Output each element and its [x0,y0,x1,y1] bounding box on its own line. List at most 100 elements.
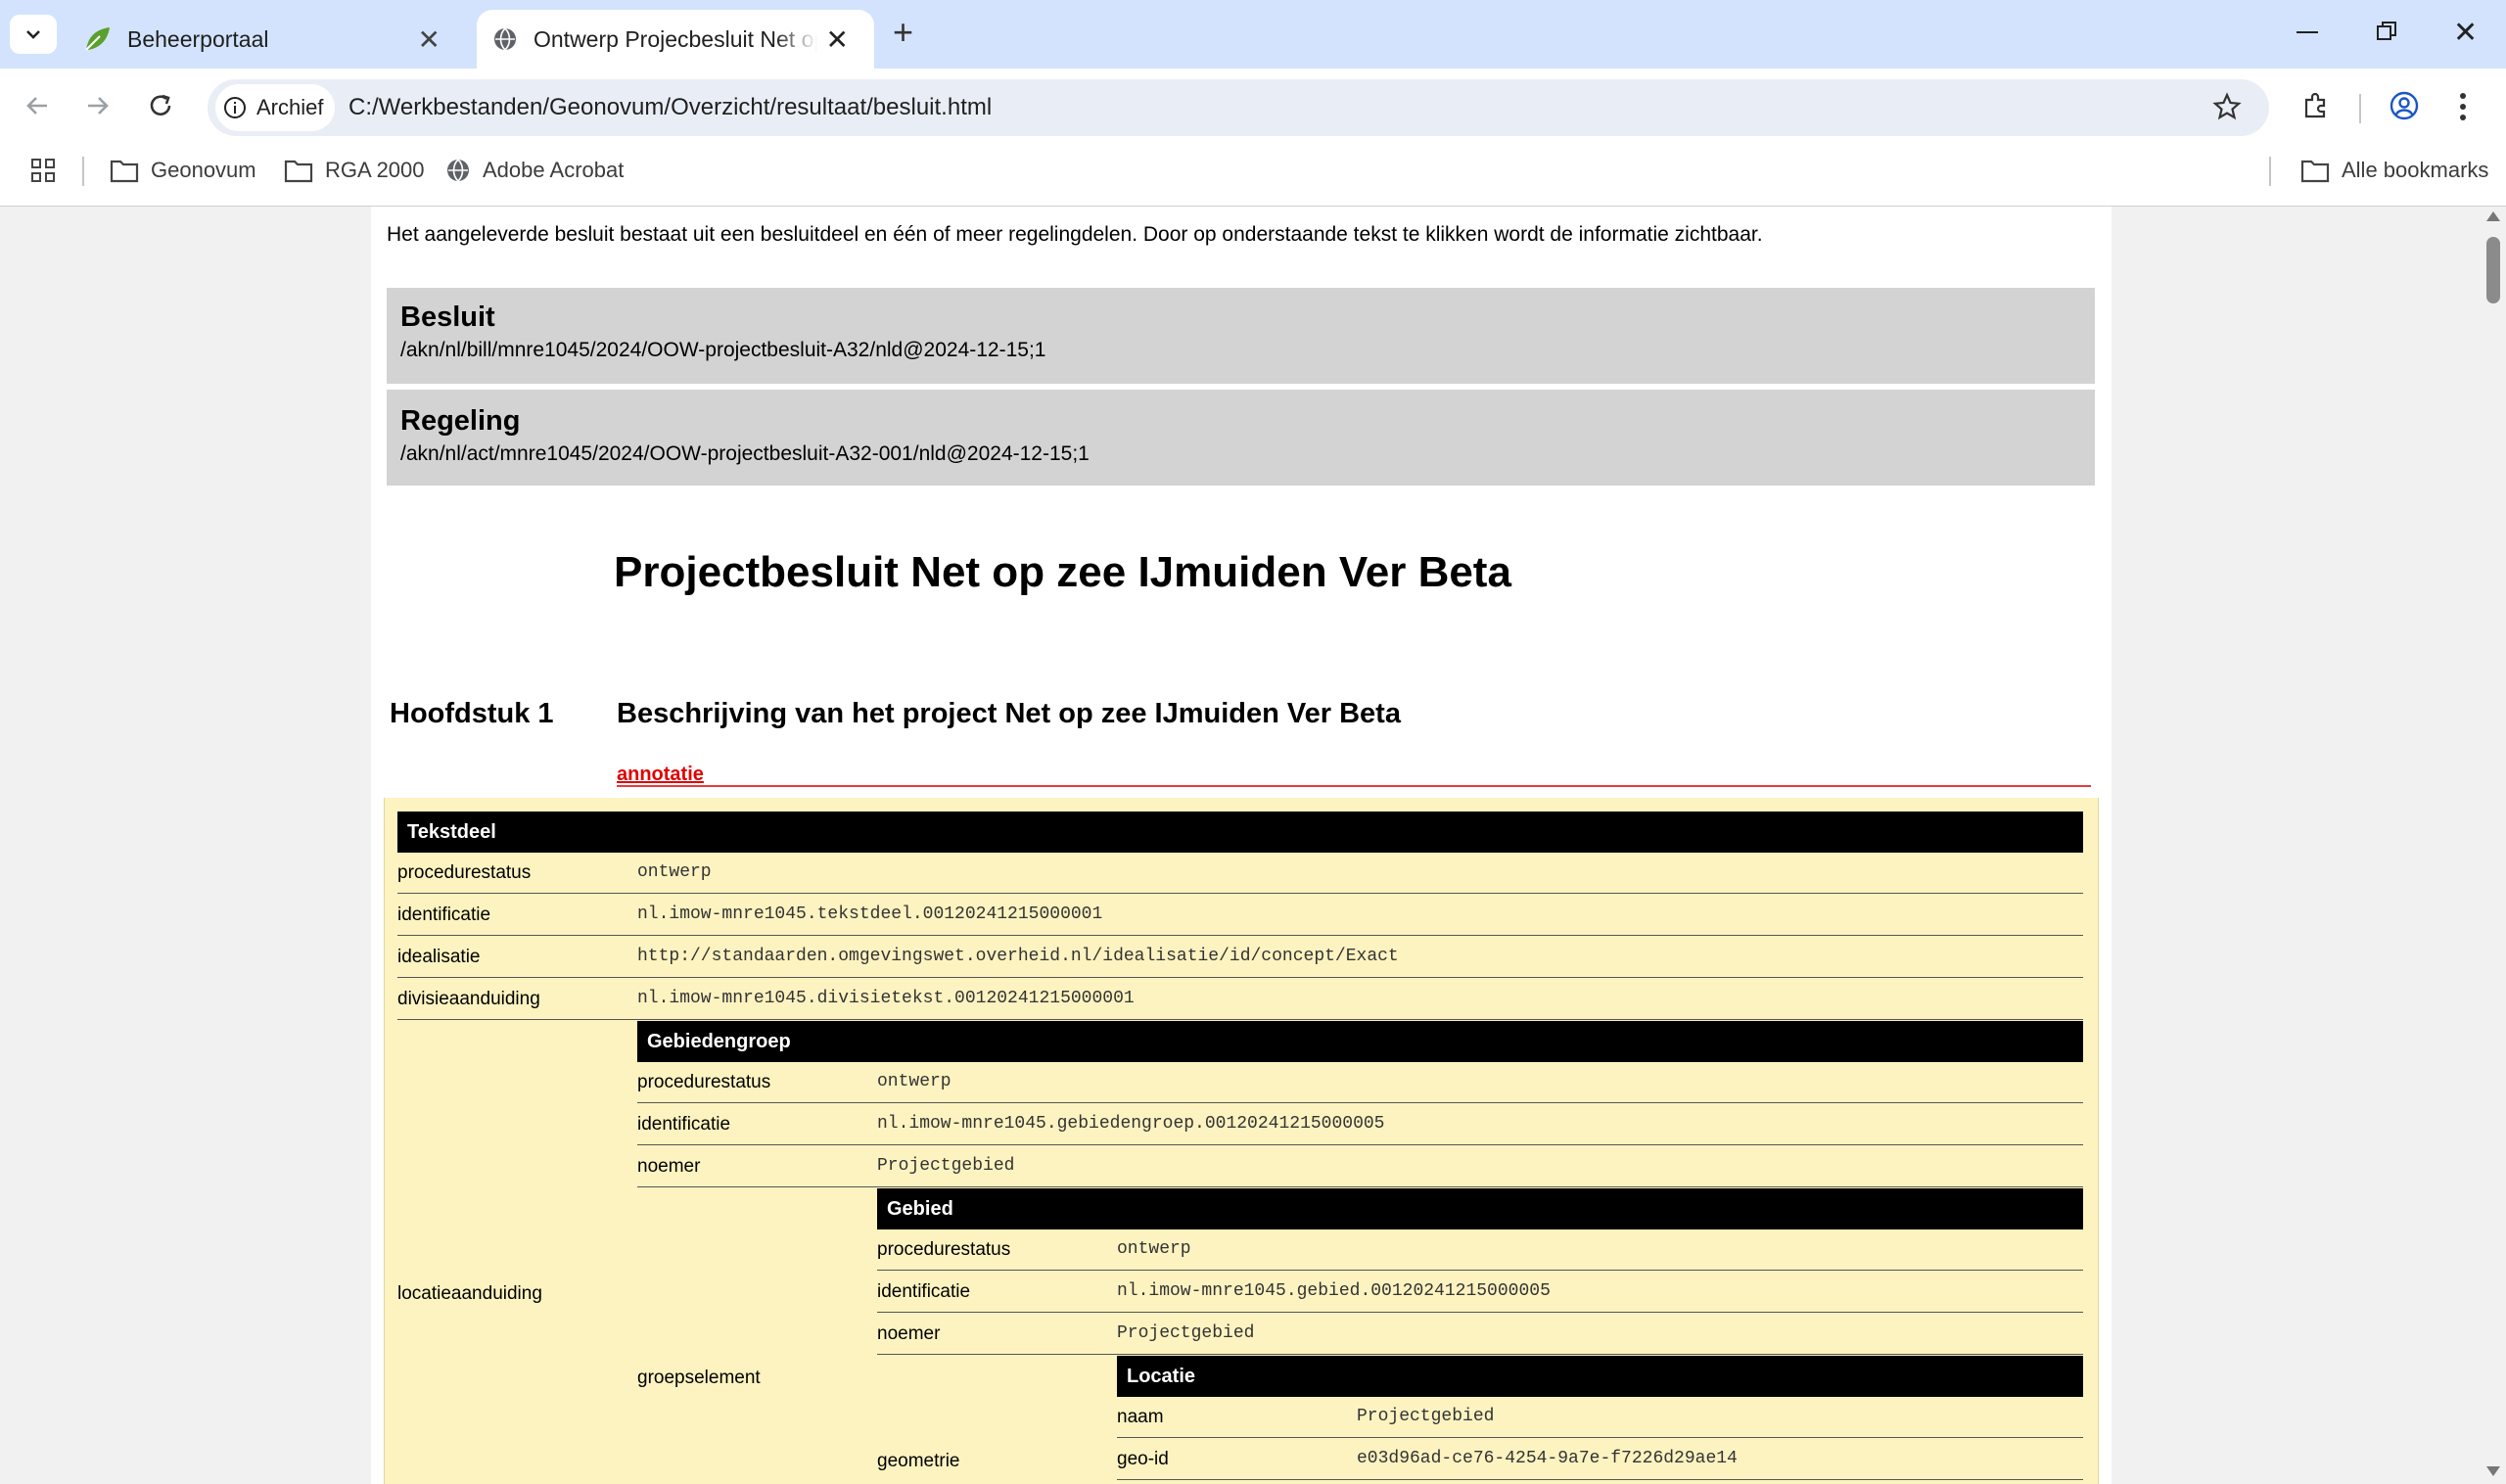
row-value: Projectgebied [1357,1407,1495,1426]
back-button[interactable] [22,90,53,126]
intro-text: Het aangeleverde besluit bestaat uit een… [387,223,1763,246]
row-value: e03d96ad-ce76-4254-9a7e-f7226d29ae14 [1357,1449,1738,1468]
table-row: identificatie nl.imow-mnre1045.gebied.00… [877,1272,2083,1313]
table-row: geo-id e03d96ad-ce76-4254-9a7e-f7226d29a… [1117,1439,2083,1480]
row-value: nl.imow-mnre1045.gebied.0012024121500000… [1117,1281,1551,1301]
vertical-scrollbar[interactable] [2482,207,2506,1484]
gebied-header: Gebied [877,1188,2083,1229]
bookmark-star-button[interactable] [2212,92,2242,126]
menu-button[interactable] [2459,92,2467,126]
row-label: procedurestatus [877,1239,1011,1260]
table-row: procedurestatus ontwerp [637,1062,2083,1103]
extensions-button[interactable] [2300,90,2332,126]
row-value: ontwerp [637,862,712,882]
kebab-menu-icon [2460,93,2466,120]
table-row: divisieaanduiding nl.imow-mnre1045.divis… [397,979,2083,1020]
scroll-up-arrow-icon[interactable] [2486,211,2500,221]
regeling-title: Regeling [400,405,521,437]
tab-besluit[interactable]: Ontwerp Projecbesluit Net op zee IJmuide… [477,10,874,69]
toolbar-divider [2359,94,2361,123]
chip-label: Archief [256,95,324,119]
folder-icon [110,160,139,183]
gebiedengroep-header: Gebiedengroep [637,1021,2083,1062]
besluit-title: Besluit [400,301,495,333]
row-value: Projectgebied [877,1156,1015,1176]
row-value: ontwerp [877,1072,951,1091]
tab-beheerportaal[interactable]: Beheerportaal ✕ [65,10,466,69]
table-row: noemer Projectgebied [877,1314,2083,1355]
arrow-right-icon [88,97,109,115]
close-window-button[interactable]: ✕ [2453,16,2478,50]
locatie-header: Locatie [1117,1356,2083,1397]
folder-icon [2300,160,2330,183]
row-label: identificatie [397,904,491,925]
apps-grid-icon [31,159,55,182]
bookmark-adobe-acrobat[interactable]: Adobe Acrobat [445,147,624,194]
all-bookmarks-button[interactable]: Alle bookmarks [2300,147,2488,194]
info-icon [224,97,246,118]
row-value: Projectgebied [1117,1323,1255,1343]
table-row: noemer Projectgebied [637,1146,2083,1187]
table-row: naam Projectgebied [1117,1397,2083,1438]
table-row: identificatie nl.imow-mnre1045.tekstdeel… [397,895,2083,936]
row-label: identificatie [637,1114,731,1135]
bookmark-geonovum[interactable]: Geonovum [110,147,256,194]
bookmark-label: RGA 2000 [325,158,425,182]
folder-icon [284,160,313,183]
restore-button[interactable] [2377,22,2396,41]
leaf-favicon-icon [85,27,110,51]
locatieaanduiding-label: locatieaanduiding [397,1283,542,1304]
tab-search-button[interactable] [10,15,57,54]
globe-favicon-icon [494,27,516,51]
scrollbar-thumb[interactable] [2486,237,2500,303]
row-value: http://standaarden.omgevingswet.overheid… [637,947,1399,966]
regeling-block[interactable]: Regeling /akn/nl/act/mnre1045/2024/OOW-p… [387,390,2095,486]
apps-button[interactable] [29,157,57,189]
table-row: procedurestatus ontwerp [397,853,2083,894]
chevron-down-icon [26,30,40,39]
tab-title: Ontwerp Projecbesluit Net op zee IJmuide… [534,25,817,52]
profile-button[interactable] [2389,90,2420,126]
bookmark-label: Geonovum [151,158,256,182]
annotation-underline [617,785,2091,787]
close-tab-icon[interactable]: ✕ [418,23,441,56]
chapter-number: Hoofdstuk 1 [390,698,554,729]
puzzle-icon [2304,92,2326,118]
new-tab-button[interactable]: + [893,12,913,53]
url-text[interactable]: C:/Werkbestanden/Geonovum/Overzicht/resu… [348,94,992,121]
row-label: identificatie [877,1281,971,1302]
table-row: idealisatie http://standaarden.omgevings… [397,937,2083,978]
row-label: idealisatie [397,947,481,967]
row-label: noemer [877,1323,941,1344]
star-icon [2212,92,2242,120]
globe-icon [447,159,469,182]
document-title: Projectbesluit Net op zee IJmuiden Ver B… [614,548,1511,596]
bookmarks-divider [82,157,84,186]
groepselement-label: groepselement [637,1368,761,1388]
tab-title: Beheerportaal [127,25,269,52]
bookmark-rga-2000[interactable]: RGA 2000 [284,147,425,194]
bookmark-label: Adobe Acrobat [483,158,625,182]
geometrie-label: geometrie [877,1451,960,1471]
row-label: procedurestatus [637,1072,771,1092]
row-label: geo-id [1117,1449,1169,1469]
regeling-id: /akn/nl/act/mnre1045/2024/OOW-projectbes… [400,442,1090,465]
row-label: procedurestatus [397,862,532,883]
reload-icon [150,94,171,116]
annotation-link[interactable]: annotatie [617,764,704,786]
besluit-block[interactable]: Besluit /akn/nl/bill/mnre1045/2024/OOW-p… [387,288,2095,384]
close-tab-icon[interactable]: ✕ [826,23,849,56]
table-row: procedurestatus ontwerp [877,1229,2083,1271]
forward-button[interactable] [82,90,114,126]
chapter-title: Beschrijving van het project Net op zee … [617,698,1401,729]
site-info-chip[interactable]: Archief [215,84,335,131]
all-bookmarks-label: Alle bookmarks [2342,158,2489,182]
scroll-down-arrow-icon[interactable] [2486,1466,2500,1476]
row-value: nl.imow-mnre1045.divisietekst.0012024121… [637,989,1135,1008]
besluit-id: /akn/nl/bill/mnre1045/2024/OOW-projectbe… [400,339,1046,361]
reload-button[interactable] [145,90,176,126]
arrow-left-icon [26,97,47,115]
row-value: nl.imow-mnre1045.gebiedengroep.001202412… [877,1114,1385,1134]
restore-icon [2377,22,2396,40]
minimize-button[interactable] [2297,31,2318,33]
